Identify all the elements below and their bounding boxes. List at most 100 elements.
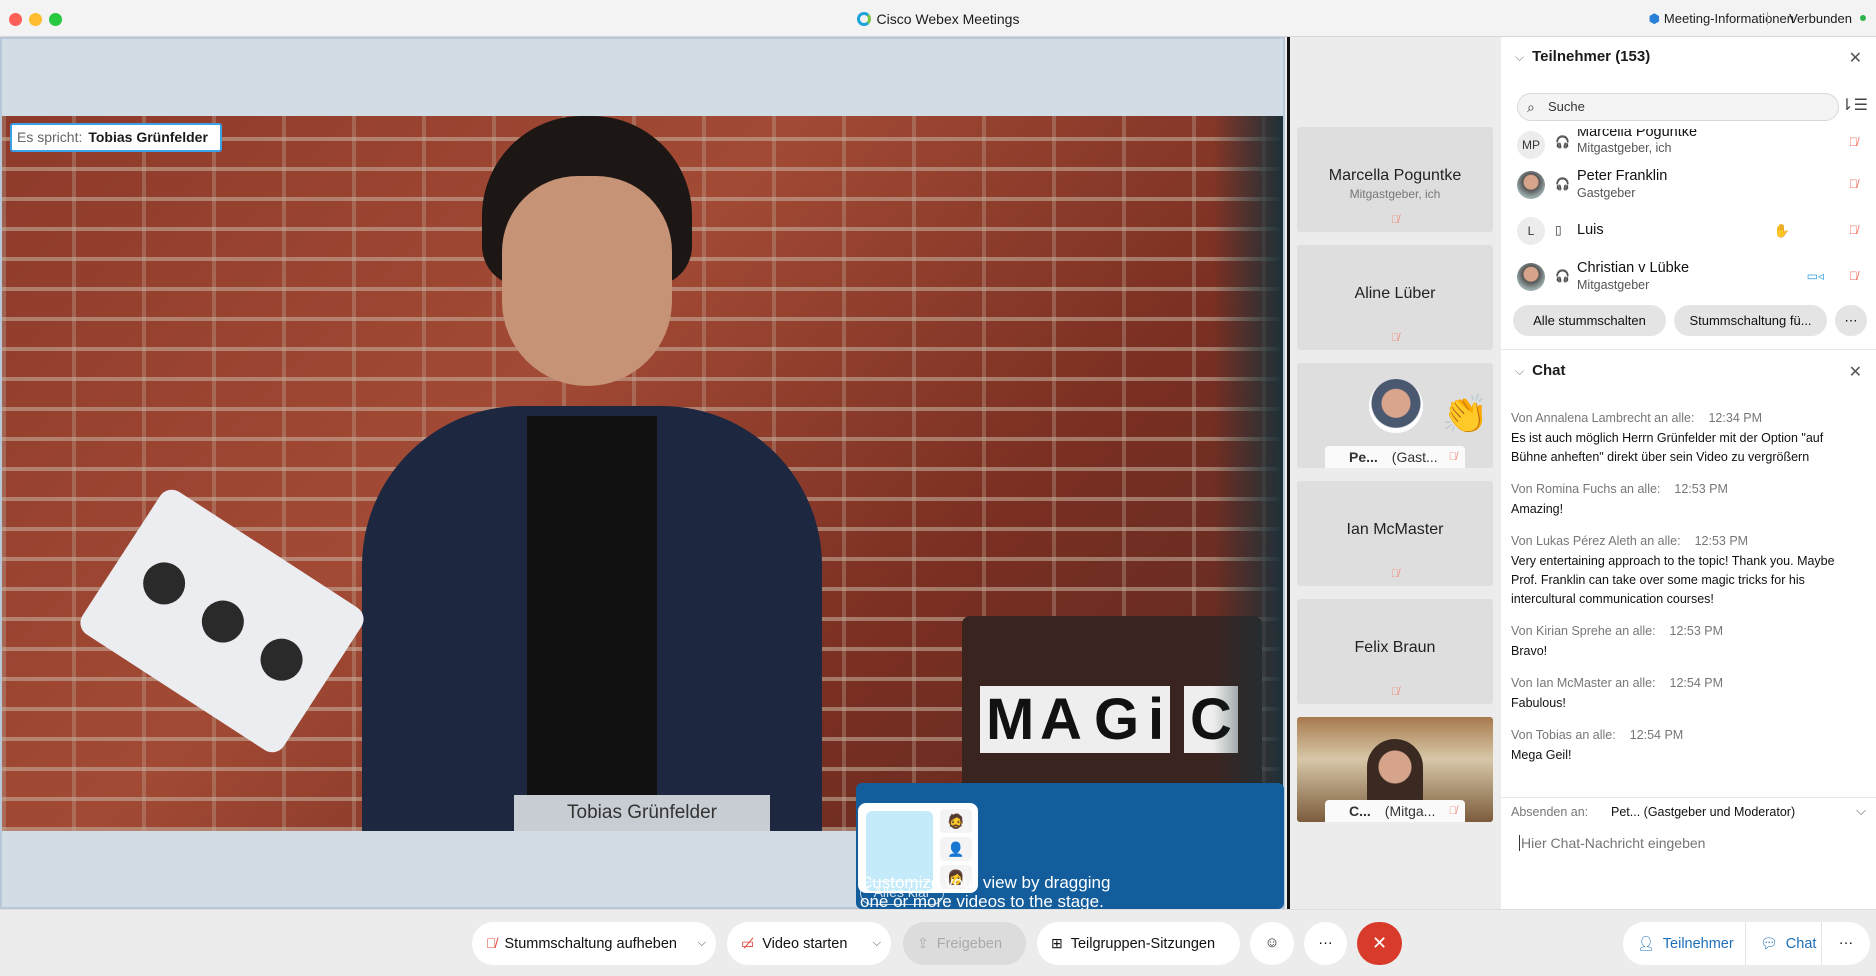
participant-tile[interactable]: Ian McMaster 🎙̸ [1297,481,1493,586]
message-time: 12:53 PM [1669,624,1724,638]
message-sender: Von Kirian Sprehe an alle: [1511,624,1656,638]
participant-row[interactable]: 🎧 Christian v Lübke Mitgastgeber ▭◃ 🎙̸ [1517,257,1862,297]
message-sender: Von Annalena Lambrecht an alle: [1511,411,1695,425]
chat-button[interactable]: 💬︎ Chat [1745,922,1822,965]
muted-mic-icon: 🎙̸ [1390,686,1400,698]
chevron-down-icon[interactable]: ⌵ [698,922,706,965]
close-participants-icon[interactable]: ✕ [1849,48,1862,68]
message-time: 12:54 PM [1629,728,1684,742]
muted-mic-icon: 🎙̸ [1448,805,1457,817]
chat-message: Von Tobias an alle: 12:54 PM Mega Geil! [1511,728,1861,765]
search-placeholder: Suche [1548,99,1585,114]
muted-mic-icon: 🎙̸ [1390,214,1400,226]
chat-message-input[interactable] [1519,835,1859,851]
participants-button[interactable]: 👤︎ Teilnehmer [1623,922,1746,965]
send-to-select[interactable]: Pet... (Gastgeber und Moderator) [1611,805,1795,819]
chat-message: Von Romina Fuchs an alle: 12:53 PM Amazing… [1511,482,1861,519]
chat-bubble-icon: 💬︎ [1760,935,1778,951]
tile-name: Felix Braun [1354,639,1436,656]
tile-name: Aline Lüber [1354,285,1436,302]
panel-more-button[interactable]: ··· [1821,922,1870,965]
meeting-info-button[interactable]: ⬢ Meeting-Informationen [1649,11,1794,27]
title-bar: Cisco Webex Meetings ⬢ Meeting-Informatio… [0,0,1876,37]
participant-name: Peter Franklin [1577,168,1668,184]
message-text: Es ist auch möglich Herrn Grünfelder mit… [1511,431,1824,464]
mute-all-button[interactable]: Alle stummschalten [1513,305,1666,336]
message-sender: Von Tobias an alle: [1511,728,1616,742]
message-sender: Von Ian McMaster an alle: [1511,676,1656,690]
speaking-name: Tobias Grünfelder [88,129,208,145]
participants-header[interactable]: ⌵ Teilnehmer (153) [1515,48,1650,65]
message-text: Very entertaining approach to the topic!… [1511,554,1835,606]
muted-mic-icon[interactable]: 🎙̸ [1849,223,1858,237]
emoji-icon: ☺ [1264,935,1280,951]
divider [1501,349,1876,350]
breakout-sessions-button[interactable]: ⊞ Teilgruppen-Sitzungen [1037,922,1240,965]
more-options-button[interactable]: ··· [1304,922,1347,965]
reactions-button[interactable]: ☺ [1250,922,1294,965]
participant-row[interactable]: MP 🎧 Marcella Poguntke Mitgastgeber, ich… [1517,129,1862,159]
chat-header[interactable]: ⌵ Chat [1515,362,1565,379]
participant-tile[interactable]: Felix Braun 🎙̸ [1297,599,1493,704]
connection-status-text: Verbunden [1789,11,1852,26]
divider [1501,797,1876,798]
dice-card [75,484,369,758]
participants-more-button[interactable]: ⋯ [1835,305,1867,336]
speaker-figure [362,116,822,831]
clapping-hands-icon: 👏 [1441,394,1489,436]
muted-mic-icon[interactable]: 🎙̸ [1849,177,1858,191]
close-chat-icon[interactable]: ✕ [1849,362,1862,382]
unmute-button[interactable]: 🎙̸ Stummschaltung aufheben ⌵ [472,922,716,965]
start-video-button[interactable]: ▭̸ Video starten ⌵ [727,922,891,965]
participant-video [1367,739,1423,809]
share-button[interactable]: ⇪ Freigeben [903,922,1026,965]
chat-title: Chat [1532,362,1566,379]
message-sender: Von Lukas Pérez Aleth an alle: [1511,534,1681,548]
chat-message: Von Annalena Lambrecht an alle: 12:34 PM E… [1511,411,1861,467]
customize-view-tooltip: 🧔 👤 👩 Alles klar Customize your view by … [856,783,1284,911]
participant-search-input[interactable]: ⌕ Suche [1517,93,1839,121]
muted-mic-icon: 🎙̸ [1448,451,1457,463]
stage-divider[interactable] [1287,37,1290,909]
speaking-label: Es spricht: [17,129,83,145]
muted-mic-icon[interactable]: 🎙̸ [1849,269,1858,283]
sort-icon[interactable]: ⇂☰ [1840,95,1868,115]
active-speaker-label: Es spricht: Tobias Grünfelder [10,123,222,152]
participant-tile[interactable]: 👏 Pe... (Gast... 🎙̸ [1297,363,1493,468]
end-meeting-button[interactable]: ✕ [1357,922,1402,965]
webex-logo-icon [856,12,871,26]
breakout-icon: ⊞ [1051,935,1063,951]
chevron-down-icon[interactable]: ⌵ [1515,50,1524,64]
tile-role: (Gast... [1391,449,1438,465]
magic-letter: A [1034,686,1088,753]
participant-tile[interactable]: Aline Lüber 🎙̸ [1297,245,1493,350]
muted-mic-icon[interactable]: 🎙̸ [1849,135,1858,149]
unmute-all-button[interactable]: Stummschaltung fü... [1674,305,1827,336]
shield-icon: ⬢ [1648,11,1660,26]
participant-name: Christian v Lübke [1577,260,1690,276]
participant-name: Marcella Poguntke [1577,129,1698,140]
tooltip-text: Customize your view by dragging [860,873,1111,892]
message-sender: Von Romina Fuchs an alle: [1511,482,1661,496]
chevron-down-icon[interactable]: ⌵ [1515,364,1524,378]
active-speaker-video[interactable]: M A G i C [2,116,1283,831]
person-icon: 🧔 [940,809,972,833]
message-time: 12:34 PM [1708,411,1762,425]
participant-row[interactable]: L ▯ Luis ✋ 🎙̸ [1517,211,1862,251]
unmute-label: Stummschaltung aufheben [504,936,678,952]
avatar [1369,379,1423,433]
divider [1767,12,1768,25]
participant-tile[interactable]: Marcella Poguntke Mitgastgeber, ich 🎙̸ [1297,127,1493,232]
tile-name: Ian McMaster [1346,521,1444,538]
magic-letter: M [980,686,1041,753]
tile-name: Pe... [1349,449,1378,465]
message-time: 12:54 PM [1669,676,1724,690]
participant-row[interactable]: 🎧 Peter Franklin Gastgeber 🎙̸ [1517,165,1862,205]
share-icon: ⇪ [917,935,929,951]
magic-letter: G [1088,686,1146,753]
video-name-tag: Tobias Grünfelder [514,795,770,831]
participant-video-tile[interactable]: C... (Mitga... 🎙̸ [1297,717,1493,822]
person-icon: 👤 [940,837,972,861]
chevron-down-icon[interactable]: ⌵ [1856,803,1866,819]
chevron-down-icon[interactable]: ⌵ [873,922,881,965]
